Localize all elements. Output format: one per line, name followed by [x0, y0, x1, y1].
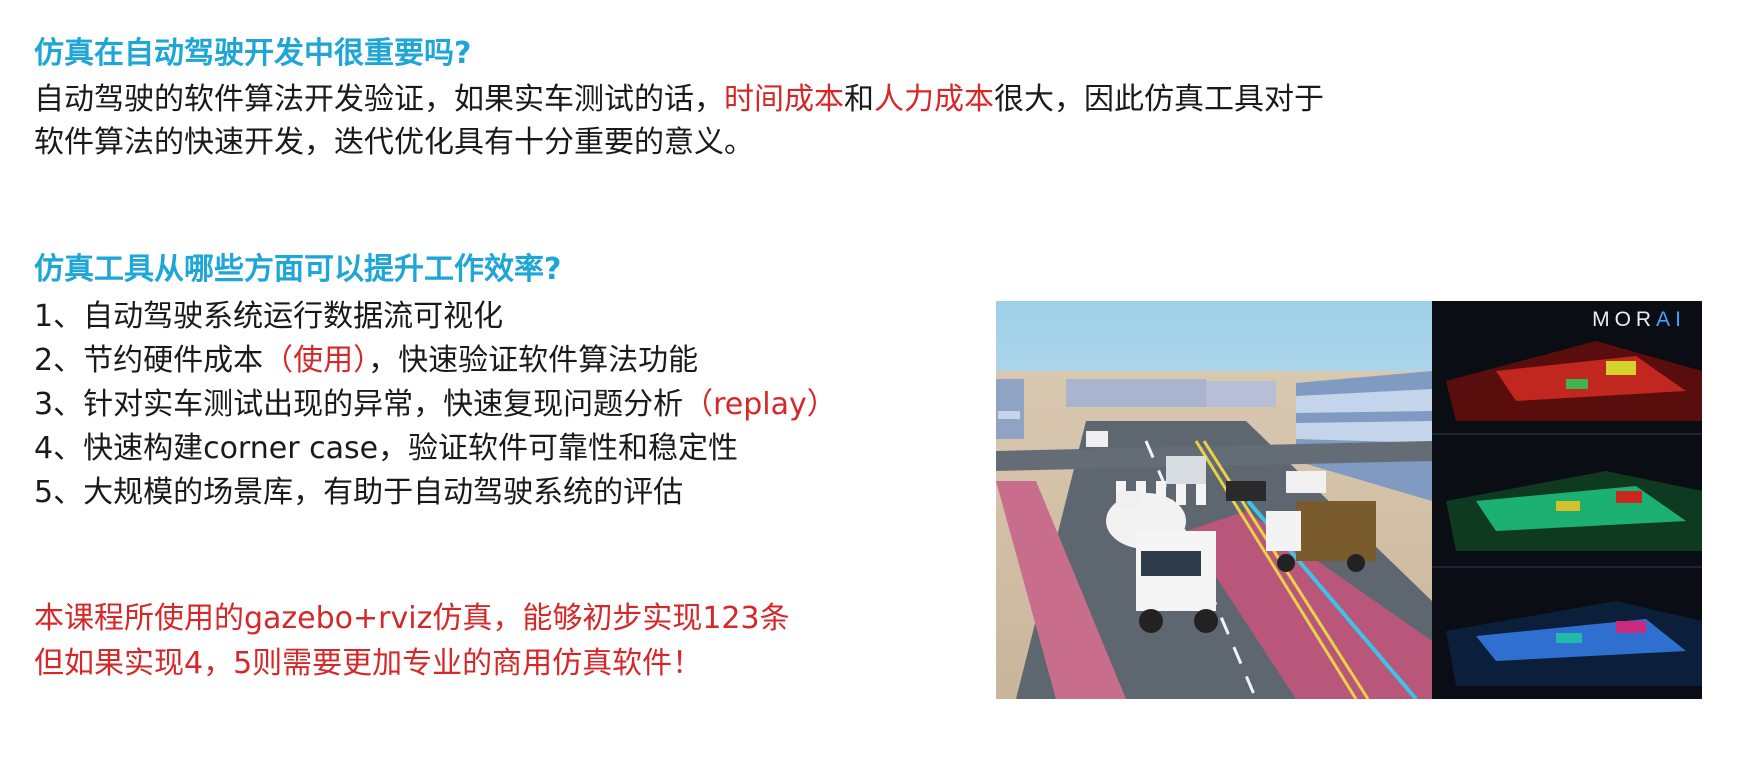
list-item-text: 1、自动驾驶系统运行数据流可视化: [34, 299, 504, 334]
intro-text-mid: 和: [844, 82, 874, 117]
list-item: 4、快速构建corner case，验证软件可靠性和稳定性: [34, 427, 837, 471]
list-item: 1、自动驾驶系统运行数据流可视化: [34, 295, 837, 339]
list-item: 2、节约硬件成本（使用），快速验证软件算法功能: [34, 339, 837, 383]
highlight-time-cost: 时间成本: [724, 82, 844, 117]
intro-line-2: 软件算法的快速开发，迭代优化具有十分重要的意义。: [34, 125, 754, 160]
list-item-text: 5、大规模的场景库，有助于自动驾驶系统的评估: [34, 475, 684, 510]
list-item-text: 3、针对实车测试出现的异常，快速复现问题分析: [34, 387, 684, 422]
list-item-text: 2、节约硬件成本: [34, 343, 264, 378]
list-item: 3、针对实车测试出现的异常，快速复现问题分析（replay）: [34, 383, 837, 427]
simulation-screenshot: [996, 301, 1702, 699]
section-heading-efficiency: 仿真工具从哪些方面可以提升工作效率?: [34, 252, 562, 287]
logo-text-accent: AI: [1656, 308, 1686, 331]
list-item: 5、大规模的场景库，有助于自动驾驶系统的评估: [34, 471, 837, 515]
simulation-scene-illustration: [996, 301, 1702, 699]
list-item-tail: ，快速验证软件算法功能: [368, 343, 699, 378]
highlight-labor-cost: 人力成本: [874, 82, 994, 117]
benefit-list: 1、自动驾驶系统运行数据流可视化 2、节约硬件成本（使用），快速验证软件算法功能…: [34, 295, 837, 515]
intro-text-post: 很大，因此仿真工具对于: [994, 82, 1324, 117]
course-note-line-1: 本课程所使用的gazebo+rviz仿真，能够初步实现123条: [34, 601, 790, 636]
section-heading-importance: 仿真在自动驾驶开发中很重要吗?: [34, 36, 472, 71]
list-item-text: 4、快速构建corner case，验证软件可靠性和稳定性: [34, 431, 739, 466]
list-item-highlight: （使用）: [263, 343, 369, 378]
course-note-line-2: 但如果实现4，5则需要更加专业的商用仿真软件！: [34, 646, 703, 681]
morai-logo: MORAI: [1580, 308, 1698, 332]
list-item-highlight: （replay）: [683, 387, 837, 422]
logo-text-main: MOR: [1592, 308, 1657, 331]
intro-text-pre: 自动驾驶的软件算法开发验证，如果实车测试的话，: [34, 82, 724, 117]
intro-line-1: 自动驾驶的软件算法开发验证，如果实车测试的话，时间成本和人力成本很大，因此仿真工…: [34, 79, 1324, 121]
